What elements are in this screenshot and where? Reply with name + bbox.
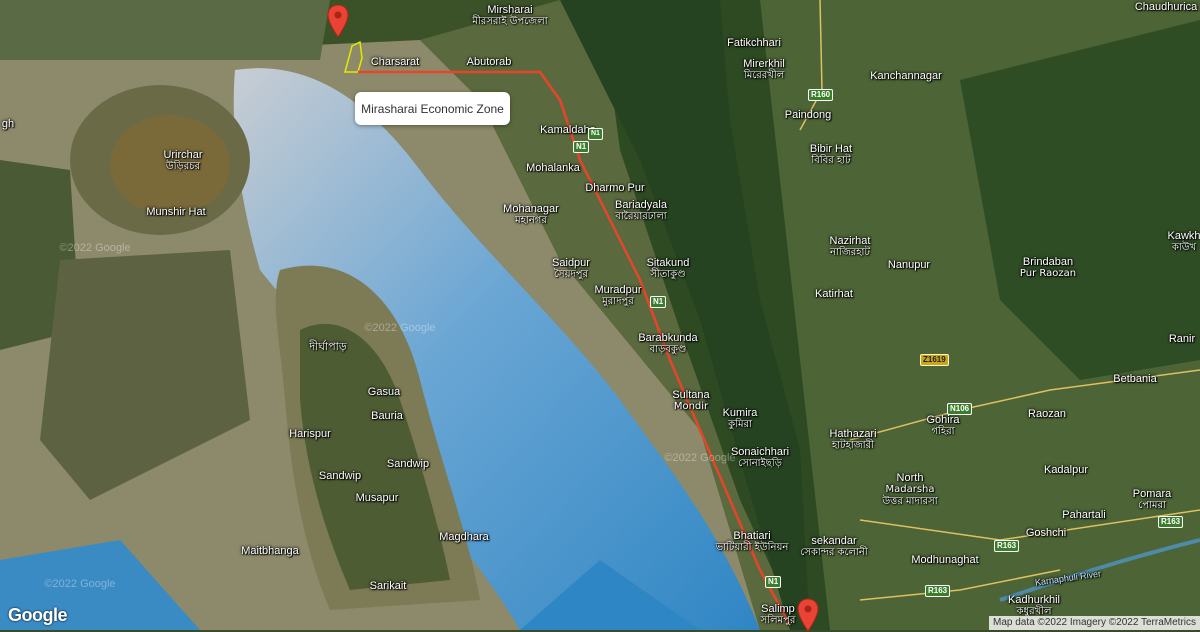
place-label: Brindaban Pur Raozan	[1019, 256, 1077, 279]
place-label: Charsarat	[370, 56, 420, 68]
road-shield: N106	[947, 403, 973, 415]
place-label: Munshir Hat	[146, 206, 206, 218]
place-label: Kumira কুমিরা	[722, 407, 758, 430]
place-label: Mirerkhil মিরেরখীল	[743, 58, 785, 81]
place-label: Sitakund সীতাকুণ্ড	[646, 257, 690, 280]
place-label: Bibir Hat বিবির হাট	[809, 143, 853, 166]
place-label: Saidpur সৈয়দপুর	[552, 257, 590, 280]
place-label: Salimp সলিমপুর	[760, 603, 796, 626]
place-label: Mohanagar মহানগর	[503, 203, 559, 226]
place-label: Kanchannagar	[870, 70, 942, 82]
map-attribution[interactable]: Map data ©2022 Imagery ©2022 TerraMetric…	[989, 616, 1200, 630]
place-label: Ranir	[1168, 333, 1196, 345]
map-pin-icon[interactable]	[797, 598, 819, 632]
place-label: Fatikchhari	[727, 37, 781, 49]
road-shield: N1	[650, 296, 667, 308]
place-label: Gohira গহিরা	[926, 414, 960, 437]
place-label: Bariadyala বারৈয়ারঢালা	[615, 199, 667, 222]
place-label: Mirsharai মীরসরাই উপজেলা	[472, 4, 548, 27]
map-watermark: ©2022 Google	[364, 322, 436, 334]
place-label: Kadhurkhil কধুরখীল	[1008, 594, 1060, 617]
place-label: Urirchar উড়িরচর	[163, 149, 203, 172]
place-label: Magdhara	[439, 531, 489, 543]
road-shield: R163	[1158, 516, 1184, 528]
place-label: Abutorab	[466, 56, 512, 68]
place-label: Mohalanka	[526, 162, 580, 174]
road-shield: N1	[573, 141, 590, 153]
place-label: Hathazari হাটহাজারী	[829, 428, 877, 451]
place-label: Gasua	[367, 386, 401, 398]
place-label: Sandwip	[318, 470, 362, 482]
road-shield: R163	[925, 585, 951, 597]
place-label: North Madarsha উত্তর মাদারসা	[882, 472, 938, 507]
place-label: Paindong	[784, 109, 832, 121]
place-label: Sandwip	[386, 458, 430, 470]
road-shield: R163	[994, 540, 1020, 552]
google-logo: Google	[8, 605, 68, 625]
satellite-map[interactable]	[0, 0, 1200, 630]
road-shield: N1	[765, 576, 782, 588]
place-label: gh	[1, 118, 15, 130]
place-label: Bauria	[371, 410, 403, 422]
place-label: Kadalpur	[1043, 464, 1089, 476]
place-label: Musapur	[355, 492, 399, 504]
place-label: Katirhat	[815, 288, 853, 300]
place-label: Kawkh কাউখ	[1167, 230, 1200, 253]
place-label: Barabkunda বাড়বকুণ্ড	[638, 332, 698, 355]
map-watermark: ©2022 Google	[59, 242, 131, 254]
place-label: Sarikait	[369, 580, 407, 592]
info-window[interactable]: Mirasharai Economic Zone	[355, 92, 510, 125]
place-label: Goshchi	[1025, 527, 1067, 539]
place-label: sekandar সেকান্দর কলোনী	[800, 535, 868, 558]
road-shield: Z1619	[920, 354, 949, 366]
place-label: Sultana Mondir	[672, 389, 710, 412]
place-label: Harispur	[289, 428, 331, 440]
place-label: Muradpur মুরাদপুর	[594, 284, 642, 307]
place-label: Maitbhanga	[241, 545, 299, 557]
place-label: Bhatiari ভাটিয়ারী ইউনিয়ন	[715, 530, 789, 553]
place-label: Pahartali	[1062, 509, 1106, 521]
place-label: Betbania	[1113, 373, 1157, 385]
map-watermark: ©2022 Google	[664, 452, 736, 464]
place-label: Nanupur	[887, 259, 931, 271]
map-watermark: ©2022 Google	[44, 578, 116, 590]
info-window-title: Mirasharai Economic Zone	[361, 101, 504, 116]
place-label: Nazirhat নাজিরহাট	[829, 235, 871, 258]
place-label: Modhunaghat	[911, 554, 979, 566]
place-label: Raozan	[1028, 408, 1066, 420]
place-label: Chaudhurica	[1134, 1, 1198, 13]
place-label: Sonaichhari সোনাইছড়ি	[730, 446, 790, 469]
place-label: দীর্ঘাপাড়	[309, 341, 347, 353]
place-label: Dharmo Pur	[585, 182, 645, 194]
road-shield: R160	[808, 89, 834, 101]
map-pin-icon[interactable]	[327, 4, 349, 38]
road-shield: N1	[588, 128, 603, 140]
place-label: Pomara পোমরা	[1132, 488, 1172, 511]
